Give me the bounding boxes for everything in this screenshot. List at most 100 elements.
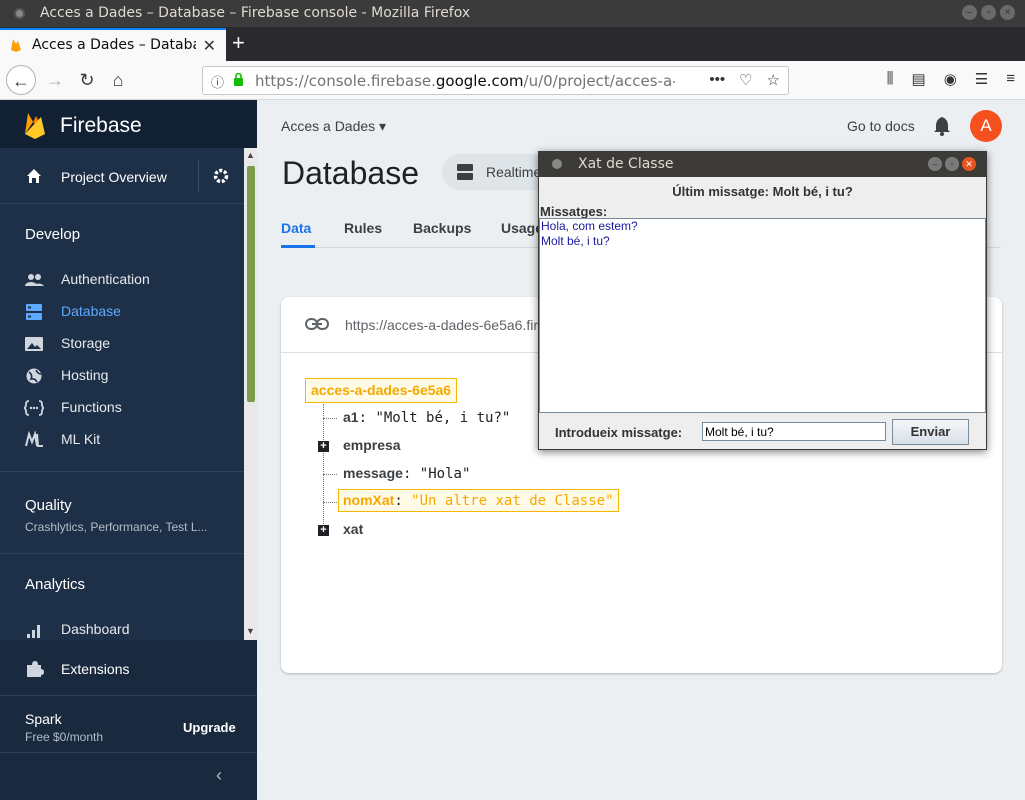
extensions-label: Extensions (61, 661, 130, 677)
plan-name: Spark (25, 711, 62, 727)
home-icon (27, 169, 41, 183)
lock-icon (234, 73, 243, 86)
tree-node-empresa[interactable]: empresa (343, 437, 401, 454)
tree-connector (323, 418, 337, 419)
url-bar[interactable]: ⓘ https://console.firebase.google.com/u/… (202, 66, 789, 95)
bell-icon[interactable] (933, 116, 951, 136)
close-icon[interactable]: × (1000, 5, 1015, 20)
upgrade-button[interactable]: Upgrade (183, 720, 236, 735)
database-icon (26, 304, 42, 320)
pocket-icon[interactable]: ♡ (739, 71, 752, 89)
home-icon[interactable]: ⌂ (103, 65, 133, 95)
divider (198, 160, 199, 192)
sidebar-item-functions[interactable]: Functions (0, 394, 244, 422)
sidebar-item-storage[interactable]: Storage (0, 330, 244, 358)
plan-section: Spark Free $0/month Upgrade (0, 696, 257, 752)
tree-node-message[interactable]: message: "Hola" (343, 465, 470, 482)
bookmark-star-icon[interactable]: ☆ (767, 71, 780, 89)
project-overview[interactable]: Project Overview (0, 148, 244, 204)
new-tab-icon[interactable]: + (232, 30, 245, 56)
tree-connector (323, 502, 337, 503)
firebase-favicon-icon (11, 39, 21, 52)
account-icon[interactable]: ◉ (944, 70, 957, 88)
sidebar-toggle-icon[interactable]: ▤ (912, 70, 926, 88)
sidebar-brand[interactable]: Firebase (0, 100, 257, 148)
last-message-label: Últim missatge: Molt bé, i tu? (672, 184, 853, 199)
scrollbar-thumb[interactable] (247, 166, 255, 402)
globe-icon (26, 368, 42, 384)
plan-price: Free $0/month (25, 730, 104, 744)
sidebar-item-authentication[interactable]: Authentication (0, 266, 244, 294)
sidebar-item-label: Storage (61, 335, 111, 351)
tree-connector (323, 474, 337, 475)
page-actions-icon[interactable]: ••• (709, 71, 725, 89)
scroll-up-icon[interactable]: ▲ (246, 150, 255, 160)
tree-root-node[interactable]: acces-a-dades-6e5a6 (305, 378, 458, 403)
quality-heading[interactable]: Quality (25, 497, 72, 514)
project-selector[interactable]: Acces a Dades ▾ (281, 118, 386, 135)
extension-icon[interactable]: ☰ (975, 70, 988, 88)
tab-backups[interactable]: Backups (413, 220, 471, 236)
scroll-down-icon[interactable]: ▼ (246, 626, 255, 636)
analytics-heading: Analytics (25, 576, 86, 593)
link-icon[interactable] (305, 317, 329, 331)
dialog-title: Xat de Classe (578, 156, 674, 172)
sidebar-item-ml-kit[interactable]: ML Kit (0, 426, 244, 454)
tree-node-a1[interactable]: a1: "Molt bé, i tu?" (343, 409, 510, 426)
maximize-icon[interactable]: ▫ (945, 157, 959, 171)
tab-rules[interactable]: Rules (344, 220, 382, 236)
send-button[interactable]: Enviar (892, 419, 969, 445)
sidebar-item-extensions[interactable]: Extensions (0, 640, 257, 696)
library-icon[interactable]: ⫼ (887, 70, 894, 88)
minimize-icon[interactable]: – (962, 5, 977, 20)
menu-icon[interactable]: ≡ (1006, 70, 1015, 88)
info-icon[interactable]: ⓘ (211, 72, 224, 91)
quality-subtitle: Crashlytics, Performance, Test L... (25, 520, 208, 534)
tab-close-icon[interactable]: ✕ (203, 36, 216, 56)
tab-usage[interactable]: Usage (501, 220, 543, 236)
sidebar-item-hosting[interactable]: Hosting (0, 362, 244, 390)
app-icon (552, 159, 562, 169)
message-input[interactable] (702, 422, 886, 441)
message-line: Hola, com estem? (541, 219, 638, 233)
chevron-left-icon: ‹ (216, 765, 222, 785)
message-line: Molt bé, i tu? (541, 234, 610, 248)
avatar[interactable]: A (970, 110, 1002, 142)
sidebar-item-label: Functions (61, 399, 122, 415)
mlkit-icon (25, 431, 43, 447)
puzzle-icon (27, 661, 44, 677)
tab-data[interactable]: Data (281, 220, 311, 236)
tree-node-xat[interactable]: xat (343, 521, 363, 538)
sidebar-item-database[interactable]: Database (0, 298, 244, 326)
expand-icon[interactable]: + (318, 525, 329, 536)
tab-strip: Acces a Dades – Database – Firebase cons… (0, 27, 1025, 61)
develop-heading: Develop (25, 226, 81, 243)
chat-dialog: Xat de Classe – ▫ ✕ Últim missatge: Molt… (538, 151, 987, 450)
sidebar-item-label: ML Kit (61, 431, 101, 447)
messages-area[interactable]: Hola, com estem? Molt bé, i tu? (539, 218, 986, 413)
input-label: Introdueix missatge: (555, 425, 683, 440)
gear-icon[interactable] (212, 167, 230, 185)
tree-node-nomxat[interactable]: nomXat: "Un altre xat de Classe" (338, 489, 619, 512)
active-tab-indicator (281, 245, 315, 248)
forward-icon[interactable]: → (40, 65, 70, 95)
sidebar-scrollbar[interactable]: ▲ ▼ (244, 148, 257, 640)
window-titlebar: Acces a Dades – Database – Firebase cons… (0, 0, 1025, 27)
sidebar-item-label: Dashboard (61, 621, 130, 637)
url-text: https://console.firebase.google.com/u/0/… (255, 72, 675, 90)
brand-name: Firebase (60, 114, 142, 137)
maximize-icon[interactable]: ▫ (981, 5, 996, 20)
reload-icon[interactable]: ↻ (72, 65, 102, 95)
collapse-sidebar-button[interactable]: ‹ (0, 752, 257, 800)
expand-icon[interactable]: + (318, 441, 329, 452)
navigation-toolbar: ← → ↻ ⌂ ⓘ https://console.firebase.googl… (0, 61, 1025, 100)
firebase-sidebar: Firebase Project Overview Develop Authen… (0, 100, 257, 800)
tab-title: Acces a Dades – Database – Firebase cons… (32, 37, 196, 53)
window-controls: – ▫ × (962, 5, 1015, 20)
minimize-icon[interactable]: – (928, 157, 942, 171)
browser-tab[interactable]: Acces a Dades – Database – Firebase cons… (0, 28, 226, 61)
go-to-docs-link[interactable]: Go to docs (847, 118, 915, 134)
back-icon[interactable]: ← (6, 65, 36, 95)
close-icon[interactable]: ✕ (962, 157, 976, 171)
dialog-titlebar[interactable]: Xat de Classe – ▫ ✕ (539, 152, 986, 177)
